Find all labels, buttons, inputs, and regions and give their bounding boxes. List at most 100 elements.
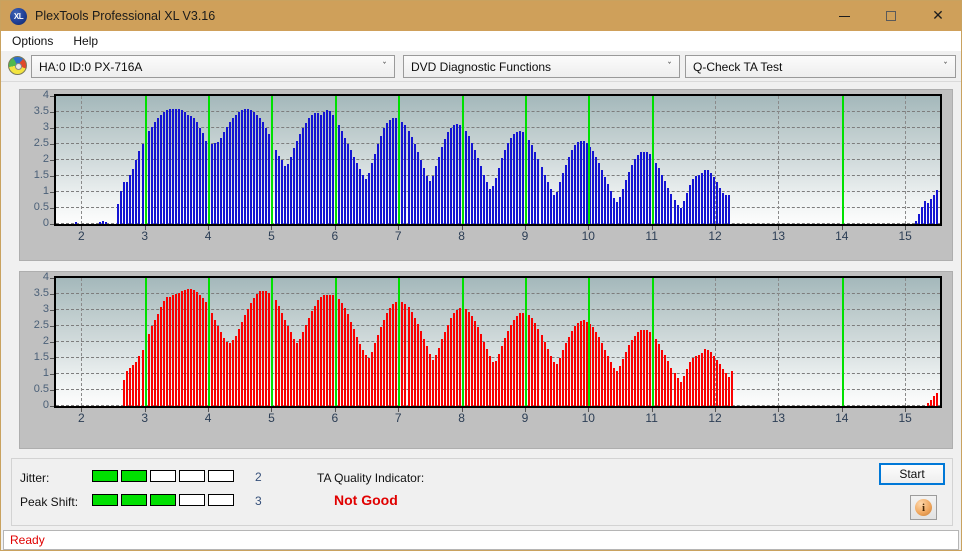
bar xyxy=(395,117,397,224)
x-axis-tick-label: 4 xyxy=(204,411,212,425)
bar xyxy=(731,370,733,406)
bar xyxy=(661,349,663,406)
x-axis-tick xyxy=(208,226,210,230)
peak-shift-segment xyxy=(150,494,176,506)
bar xyxy=(580,140,582,224)
x-axis-tick-label: 7 xyxy=(394,229,402,243)
bar xyxy=(420,160,422,224)
maximize-button[interactable] xyxy=(868,1,914,31)
y-axis-tick-label: 0.5 xyxy=(33,201,49,213)
bar xyxy=(99,222,101,224)
close-icon: ✕ xyxy=(932,8,944,24)
bar xyxy=(404,304,406,406)
bar xyxy=(728,377,730,406)
bar xyxy=(498,168,500,224)
x-axis-tick-label: 8 xyxy=(458,411,465,425)
bar xyxy=(350,150,352,224)
bar xyxy=(199,294,201,406)
bar xyxy=(383,319,385,406)
bar xyxy=(374,343,376,406)
bar xyxy=(135,160,137,224)
bar xyxy=(686,368,688,406)
bar xyxy=(562,173,564,224)
bar xyxy=(683,375,685,406)
bar xyxy=(574,145,576,224)
drive-select[interactable]: HA:0 ID:0 PX-716A ˇ xyxy=(31,55,395,78)
bar xyxy=(528,315,530,406)
bar xyxy=(184,290,186,406)
bar xyxy=(175,294,177,406)
bar xyxy=(268,133,270,224)
bar xyxy=(148,333,150,406)
x-axis-tick xyxy=(461,408,463,412)
bar xyxy=(241,322,243,406)
gridline-horizontal xyxy=(56,111,940,112)
test-select[interactable]: Q-Check TA Test ˇ xyxy=(685,55,956,78)
info-button[interactable]: i xyxy=(910,495,937,520)
bar xyxy=(359,168,361,224)
bar xyxy=(235,335,237,406)
x-axis-tick-label: 6 xyxy=(331,229,339,243)
info-icon: i xyxy=(915,499,932,516)
x-axis-tick-label: 8 xyxy=(458,229,465,243)
bar xyxy=(414,144,416,224)
menu-item-options[interactable]: Options xyxy=(3,32,62,50)
y-axis-tick-label: 1.5 xyxy=(33,351,49,363)
x-axis-tick xyxy=(588,226,590,230)
y-axis-tick xyxy=(50,310,54,311)
y-axis-tick xyxy=(50,128,54,129)
function-select[interactable]: DVD Diagnostic Functions ˇ xyxy=(403,55,680,78)
start-button[interactable]: Start xyxy=(879,463,945,485)
bar xyxy=(598,163,600,224)
bar xyxy=(368,358,370,406)
marker-line xyxy=(334,96,337,224)
bar xyxy=(181,110,183,224)
bar xyxy=(516,315,518,406)
bar xyxy=(417,324,419,406)
marker-line xyxy=(524,96,527,224)
minimize-button[interactable] xyxy=(821,1,867,31)
close-button[interactable]: ✕ xyxy=(915,1,961,31)
x-axis-tick xyxy=(715,226,717,230)
bar xyxy=(205,302,207,406)
x-axis-tick xyxy=(778,226,780,230)
bar xyxy=(311,311,313,406)
plot-area-bottom xyxy=(54,276,942,408)
bar xyxy=(268,293,270,406)
bar xyxy=(670,193,672,224)
bar xyxy=(190,115,192,224)
gridline-vertical xyxy=(778,278,780,406)
ta-quality-label: TA Quality Indicator: xyxy=(317,471,425,485)
marker-line xyxy=(461,96,464,224)
bar xyxy=(927,402,929,406)
bar xyxy=(308,118,310,224)
bar xyxy=(323,112,325,224)
y-axis-tick-label: 1.5 xyxy=(33,169,49,181)
y-axis-tick xyxy=(50,390,54,391)
x-axis-tick xyxy=(334,408,336,412)
bar xyxy=(604,177,606,224)
bar xyxy=(123,380,125,406)
bar xyxy=(625,351,627,406)
bar xyxy=(401,121,403,224)
bar xyxy=(166,296,168,406)
bar xyxy=(259,118,261,224)
bar xyxy=(347,144,349,224)
bar xyxy=(592,151,594,224)
bar xyxy=(293,148,295,224)
bar xyxy=(534,322,536,406)
bar xyxy=(728,195,730,224)
bar xyxy=(447,132,449,224)
bar xyxy=(223,132,225,224)
bar xyxy=(323,295,325,406)
bar xyxy=(408,307,410,406)
bar xyxy=(365,179,367,224)
bar xyxy=(713,356,715,406)
bar xyxy=(284,319,286,406)
bar xyxy=(332,114,334,224)
menu-item-help[interactable]: Help xyxy=(64,32,107,50)
x-axis-tick-label: 3 xyxy=(141,411,149,425)
x-axis-tick xyxy=(841,408,843,412)
bar xyxy=(634,159,636,224)
x-axis-tick-label: 14 xyxy=(835,411,849,425)
